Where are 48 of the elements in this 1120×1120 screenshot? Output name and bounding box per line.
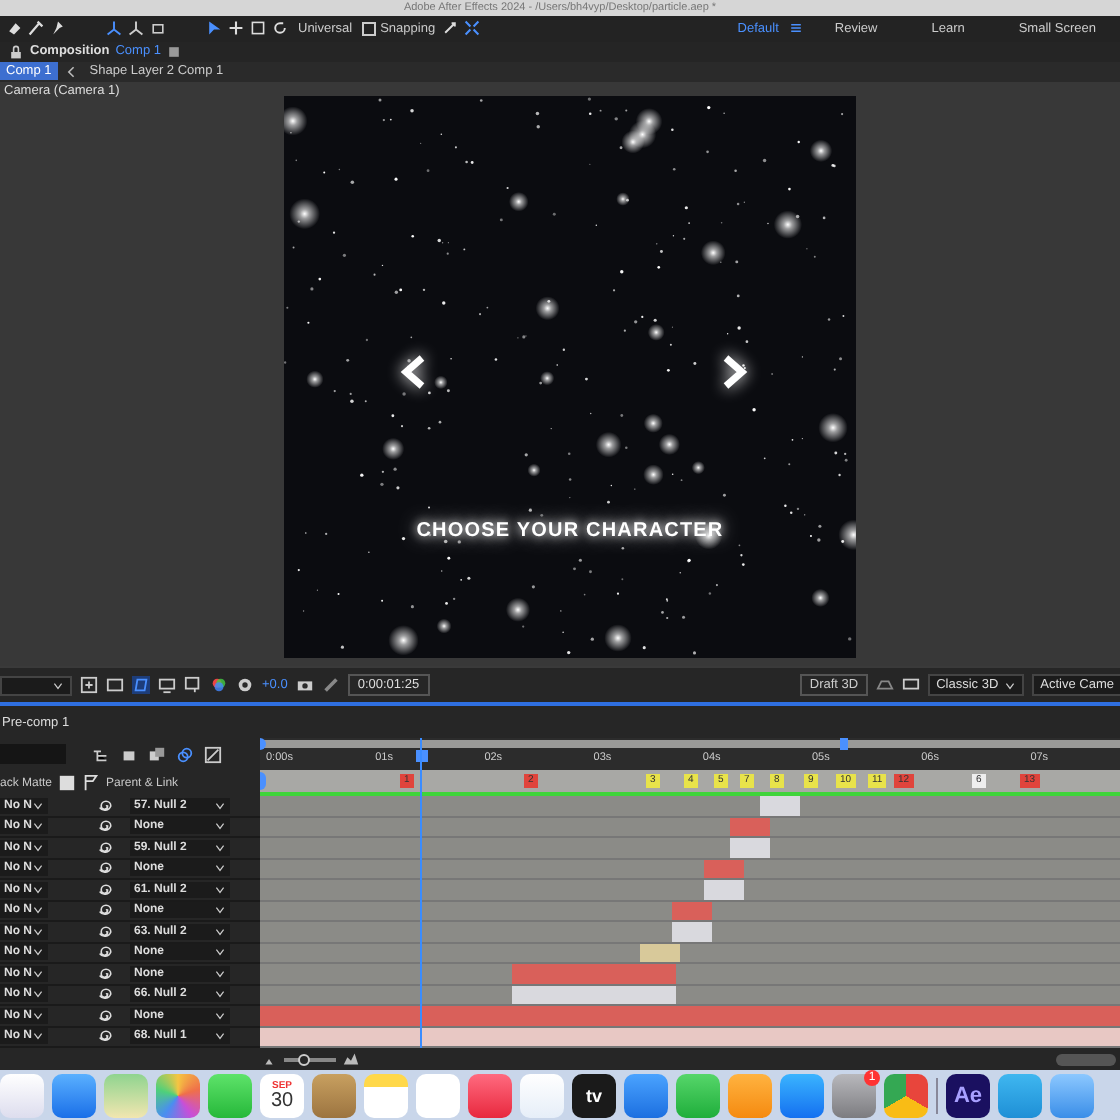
- snap-icon[interactable]: [441, 20, 458, 37]
- floor-icon[interactable]: [876, 676, 895, 695]
- brush-icon[interactable]: [28, 20, 44, 37]
- checker-icon[interactable]: [106, 676, 124, 695]
- work-area-end-handle[interactable]: [840, 738, 848, 751]
- work-area-start-handle[interactable]: [260, 738, 266, 751]
- lock-icon[interactable]: [8, 43, 24, 60]
- hierarchy-icon[interactable]: [92, 745, 110, 764]
- scene-title: CHOOSE YOUR CHARACTER: [414, 519, 726, 542]
- chevron-left-icon: [63, 63, 80, 80]
- monitor-icon[interactable]: [158, 676, 176, 695]
- exposure-icon[interactable]: [236, 676, 254, 695]
- selection-arrow-icon[interactable]: [206, 20, 222, 37]
- mask-icon[interactable]: [132, 676, 150, 695]
- region-icon[interactable]: [80, 676, 98, 695]
- stack-icon[interactable]: [120, 745, 138, 764]
- menu-icon[interactable]: [166, 43, 183, 60]
- scrollbar[interactable]: [1056, 1053, 1116, 1066]
- snapping-checkbox[interactable]: [362, 21, 377, 36]
- graph-editor-icon[interactable]: [204, 745, 222, 764]
- flag-icon: [82, 774, 101, 793]
- flower-icon[interactable]: [156, 1073, 200, 1118]
- menu-icon[interactable]: [788, 20, 805, 37]
- matte-icon: [58, 774, 77, 793]
- guides-icon[interactable]: [184, 676, 202, 695]
- zoom-slider-thumb[interactable]: [298, 1053, 311, 1066]
- caret-icon: [1004, 679, 1017, 692]
- pin-icon[interactable]: [50, 20, 66, 37]
- axis-icon[interactable]: [106, 20, 122, 37]
- layers-icon[interactable]: [148, 745, 166, 764]
- cube-icon[interactable]: [150, 20, 166, 37]
- color-channels-icon[interactable]: [210, 676, 228, 695]
- motion-blur-icon[interactable]: [176, 745, 194, 764]
- axis-icon[interactable]: [128, 20, 144, 37]
- zoom-in-icon[interactable]: [342, 1050, 360, 1069]
- link-icon[interactable]: [321, 676, 340, 695]
- app-tile-icon[interactable]: Ae: [946, 1073, 990, 1118]
- eraser-icon[interactable]: [6, 20, 22, 37]
- tv-icon[interactable]: tv: [572, 1073, 616, 1118]
- camera-icon[interactable]: [295, 676, 314, 695]
- plus-icon[interactable]: [228, 20, 244, 37]
- screen-icon[interactable]: [902, 676, 921, 695]
- rotate-icon[interactable]: [272, 20, 288, 37]
- work-area-bar[interactable]: [260, 740, 1120, 749]
- square-icon[interactable]: [250, 20, 266, 37]
- caret-icon: [52, 679, 64, 692]
- expand-icon[interactable]: [463, 20, 480, 37]
- work-area-start-handle[interactable]: [260, 772, 266, 791]
